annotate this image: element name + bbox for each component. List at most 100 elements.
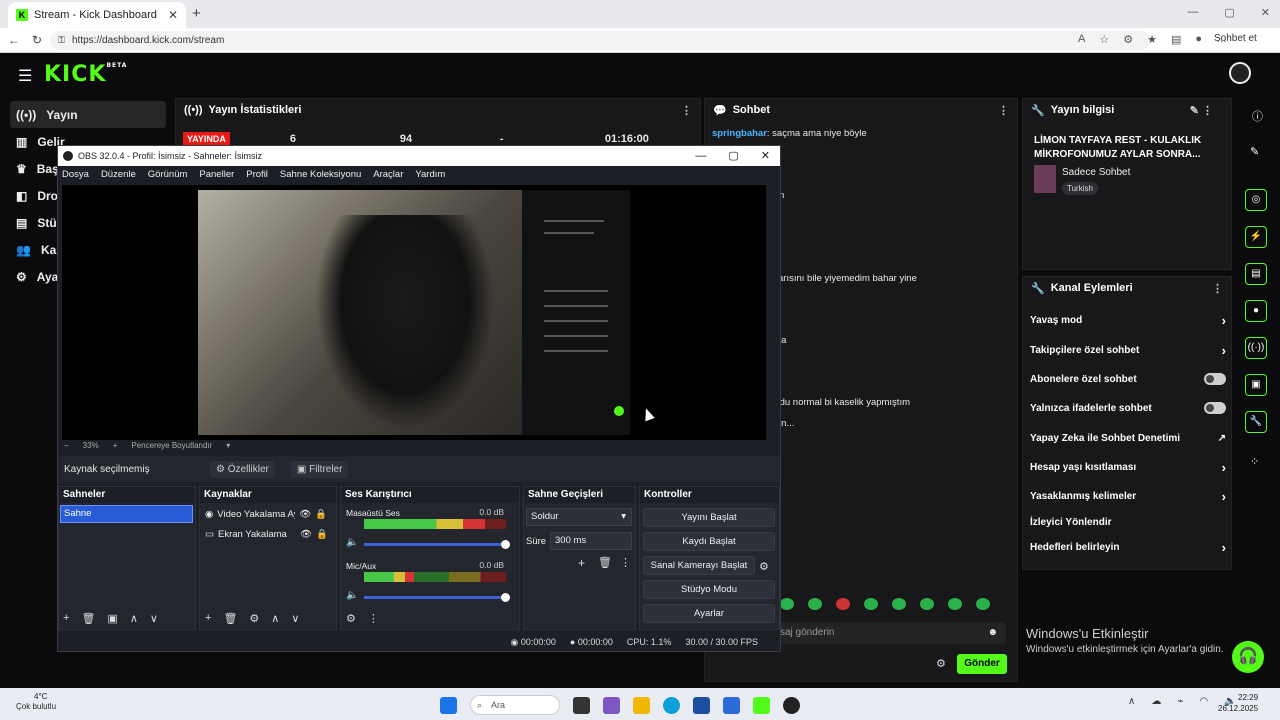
eye-icon[interactable]: 👁 [300,529,312,540]
scene-item[interactable]: Sahne [60,505,193,523]
filters-button[interactable]: ▣ Filtreler [290,460,349,478]
copilot-button[interactable]: Sohbet et [1214,33,1257,44]
support-button[interactable]: 🎧 [1232,641,1264,673]
obs-app-icon[interactable] [783,696,800,714]
sidebar-item-stream[interactable]: ((•)) Yayın [10,101,166,128]
transition-select[interactable]: Soldur ▾ [526,508,632,526]
usb-icon[interactable]: ⌁ [1177,696,1183,707]
zoom-in-icon[interactable]: + [113,440,118,452]
chevron-down-icon[interactable]: ▾ [226,440,230,452]
kick-app-icon[interactable] [753,696,770,714]
speaker-icon[interactable]: 🔈 [346,590,358,601]
properties-button[interactable]: ⚙ Özellikler [210,460,275,478]
kick-logo[interactable]: KICKBETA [44,62,127,87]
close-icon[interactable]: ✕ [1261,6,1270,19]
move-up-icon[interactable]: ∧ [130,612,138,625]
obs-menu-item[interactable]: Sahne Koleksiyonu [280,166,361,183]
favorite-icon[interactable]: ☆ [1099,33,1109,46]
menu-icon[interactable]: ☰ [18,66,32,86]
emote-icon[interactable] [780,598,794,610]
speaker-icon[interactable]: 🔈 [346,537,358,548]
volume-knob[interactable] [501,540,510,549]
lock-icon[interactable]: 🔒 [316,529,328,540]
camera-icon[interactable]: ◎ [1245,189,1267,211]
trash-icon[interactable]: 🗑 [223,612,237,625]
toggle-switch[interactable] [1204,402,1226,414]
obs-menu-item[interactable]: Paneller [199,166,234,183]
pencil-icon[interactable]: ✎ [1250,145,1259,158]
browser-tab[interactable]: K Stream - Kick Dashboard ✕ [8,2,186,28]
chevron-up-icon[interactable]: ∧ [1128,696,1135,707]
weather-widget[interactable]: 4°C Çok bulutlu [16,692,56,712]
emote-icon[interactable] [920,598,934,610]
toggle-switch[interactable] [1204,373,1226,385]
edge-icon[interactable] [663,696,680,714]
control-button[interactable]: Ayarlar [643,604,775,623]
more-options-icon[interactable]: ⋮ [368,612,379,625]
collections-icon[interactable]: ▤ [1171,33,1181,46]
emoji-icon[interactable]: ☻ [987,622,998,644]
obs-menu-item[interactable]: Düzenle [101,166,136,183]
site-info-icon[interactable]: ⚿ [58,31,65,50]
filter-icon[interactable]: ▣ [107,612,117,625]
wrench-icon[interactable]: 🔧 [1245,411,1267,433]
emote-icon[interactable] [864,598,878,610]
task-view-icon[interactable] [573,696,590,714]
search-box[interactable]: ⌕ Ara [470,695,560,715]
trash-icon[interactable]: 🗑 [598,556,612,569]
emote-icon[interactable] [892,598,906,610]
edit-icon[interactable]: ✎ ⋮ [1190,104,1213,117]
chat-settings-icon[interactable]: ⚙ [936,657,946,670]
emote-icon[interactable] [976,598,990,610]
minimize-icon[interactable]: — [695,146,706,166]
move-down-icon[interactable]: ∨ [150,612,158,625]
channel-action[interactable]: Yasaklanmış kelimeler › [1030,486,1226,506]
control-button[interactable]: Kaydı Başlat [643,532,775,551]
volume-slider[interactable] [364,540,510,549]
store-icon[interactable] [693,696,710,714]
media-icon[interactable]: ▣ [1245,374,1267,396]
maximize-icon[interactable]: ▢ [1224,6,1234,19]
mail-icon[interactable] [723,696,740,714]
channel-action[interactable]: Yavaş mod › [1030,310,1226,330]
channel-action[interactable]: Yapay Zeka ile Sohbet Denetimi ↗ [1030,428,1226,448]
gear-icon[interactable]: ⚙ [249,612,259,625]
source-item[interactable]: ◉ Video Yakalama Ay 👁 🔒 [205,509,333,520]
broadcast-icon[interactable]: ((·)) [1245,337,1267,359]
eye-icon[interactable]: 👁 [299,509,311,520]
move-up-icon[interactable]: ∧ [271,612,279,625]
virtual-camera-settings-icon[interactable]: ⚙ [759,560,769,573]
more-options-icon[interactable]: ⋮ [620,556,631,569]
extensions-icon[interactable]: ⚙ [1123,33,1133,46]
clock[interactable]: 22:29 26.12.2025 [1218,692,1258,714]
back-icon[interactable]: ← [8,33,20,47]
volume-slider[interactable] [364,593,510,602]
channel-action[interactable]: Hedefleri belirleyin › [1030,537,1226,557]
chat-input[interactable]: saj gönderin ☻ [776,622,1006,644]
file-explorer-icon[interactable] [633,696,650,714]
add-icon[interactable]: + [205,612,211,625]
channel-action[interactable]: Abonelere özel sohbet [1030,369,1226,389]
add-icon[interactable]: + [63,612,69,625]
obs-menu-item[interactable]: Görünüm [148,166,188,183]
close-tab-icon[interactable]: ✕ [168,8,178,22]
lock-icon[interactable]: 🔒 [315,509,327,520]
zoom-out-icon[interactable]: − [64,440,69,452]
cloud-icon[interactable]: ☁ [1151,696,1161,707]
channel-action[interactable]: Hesap yaşı kısıtlaması › [1030,457,1226,477]
duration-input[interactable]: 300 ms [550,532,632,550]
more-options-icon[interactable]: ⋮ [998,104,1009,117]
move-down-icon[interactable]: ∨ [291,612,299,625]
channel-action[interactable]: Yalnızca ifadelerle sohbet [1030,398,1226,418]
avatar[interactable] [1229,62,1251,84]
chat-username[interactable]: springbahar [712,128,767,139]
profile-icon[interactable]: ● [1195,33,1202,46]
trash-icon[interactable]: 🗑 [81,612,95,625]
obs-menu-item[interactable]: Profil [246,166,268,183]
chat-bubble-icon[interactable]: ● [1245,300,1267,322]
more-options-icon[interactable]: ⋮ [681,104,692,117]
favorites-icon[interactable]: ★ [1147,33,1157,46]
send-button[interactable]: Gönder [957,654,1007,674]
apps-icon[interactable]: ⁘ [1250,455,1259,468]
minimize-icon[interactable]: — [1187,6,1198,19]
